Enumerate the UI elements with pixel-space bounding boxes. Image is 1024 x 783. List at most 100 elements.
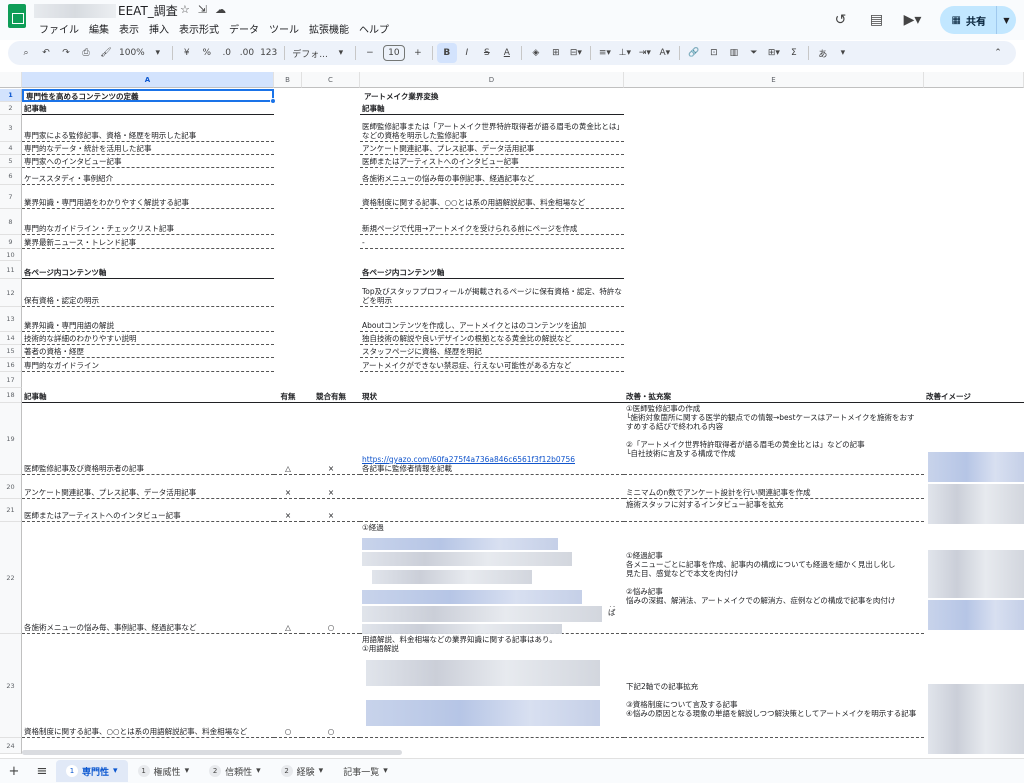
cell-a9[interactable]: 業界最新ニュース・トレンド記事 — [22, 235, 274, 249]
tab-chevron-icon[interactable]: ▾ — [256, 766, 261, 776]
cell-e18[interactable]: 改善・拡充案 — [624, 388, 924, 403]
gyazo-link[interactable]: https://gyazo.com/60fa275f4a736a846c6561… — [362, 455, 575, 464]
font-family-select[interactable]: デフォ... — [289, 43, 331, 63]
horizontal-align-icon[interactable]: ≡▾ — [595, 43, 615, 63]
cell-d9[interactable]: - — [360, 235, 624, 249]
menu-format[interactable]: 表示形式 — [174, 21, 224, 36]
cell-d7[interactable]: 資格制度に関する記事、○○とは系の用語解説記事、料金相場など — [360, 185, 624, 209]
add-sheet-icon[interactable]: + — [0, 764, 28, 779]
cell-d6[interactable]: 各施術メニューの悩み毎の事例記事、経過記事など — [360, 168, 624, 185]
decrease-decimal-button[interactable]: .0 — [217, 43, 237, 63]
cell-a22[interactable]: 各施術メニューの悩み毎、事例記事、経過記事など — [22, 522, 274, 634]
share-button[interactable]: ▦ 共有 — [940, 6, 996, 34]
cell-d14[interactable]: 独自技術の解説や良いデザインの根拠となる黄金比の解説など — [360, 332, 624, 345]
decrease-font-size-button[interactable]: − — [360, 43, 380, 63]
menu-view[interactable]: 表示 — [114, 21, 144, 36]
cell-a16[interactable]: 専門的なガイドライン — [22, 358, 274, 372]
cell-a12[interactable]: 保有資格・認定の明示 — [22, 279, 274, 307]
row-header[interactable]: 3 — [0, 115, 22, 142]
menu-extensions[interactable]: 拡張機能 — [304, 21, 354, 36]
print-icon[interactable]: ⎙ — [76, 43, 96, 63]
redo-icon[interactable]: ↷ — [56, 43, 76, 63]
cell-d19[interactable]: https://gyazo.com/60fa275f4a736a846c6561… — [360, 403, 624, 475]
insert-chart-icon[interactable]: ▥ — [724, 43, 744, 63]
undo-icon[interactable]: ↶ — [36, 43, 56, 63]
cell-c18[interactable]: 競合有無 — [302, 388, 360, 403]
tab-chevron-icon[interactable]: ▾ — [185, 766, 190, 776]
cell-a6[interactable]: ケーススタディ・事例紹介 — [22, 168, 274, 185]
row-header[interactable]: 6 — [0, 168, 22, 185]
row-header[interactable]: 7 — [0, 185, 22, 209]
row-header[interactable]: 1 — [0, 89, 22, 102]
row-header[interactable]: 24 — [0, 738, 22, 754]
document-title[interactable]: EEAT_調査 — [118, 2, 178, 19]
functions-icon[interactable]: Σ — [784, 43, 804, 63]
row-header[interactable]: 5 — [0, 155, 22, 168]
input-tools-button[interactable]: あ — [813, 43, 833, 63]
cell-d1[interactable]: アートメイク業界変換 — [362, 89, 626, 102]
cell-a21[interactable]: 医師またはアーティストへのインタビュー記事 — [22, 499, 274, 522]
row-header[interactable]: 4 — [0, 142, 22, 155]
row-header[interactable]: 18 — [0, 388, 22, 403]
text-rotation-icon[interactable]: A▾ — [655, 43, 675, 63]
column-header-b[interactable]: B — [274, 72, 302, 88]
sheet-tab-authority[interactable]: 1 権威性 ▾ — [128, 760, 200, 782]
menu-file[interactable]: ファイル — [34, 21, 84, 36]
cell-d18[interactable]: 現状 — [360, 388, 624, 403]
filter-views-icon[interactable]: ⊞▾ — [764, 43, 784, 63]
row-header[interactable]: 20 — [0, 475, 22, 499]
cell-a13[interactable]: 業界知識・専門用語の解説 — [22, 307, 274, 332]
row-header[interactable]: 10 — [0, 249, 22, 261]
row-header[interactable]: 21 — [0, 499, 22, 522]
paint-format-icon[interactable]: 🖌 — [96, 43, 116, 63]
cell-d12[interactable]: Top及びスタッフプロフィールが掲載されるページに保有資格・認定、特許などを明示 — [360, 279, 624, 307]
cell-e21[interactable]: 施術スタッフに対するインタビュー記事を拡充 — [624, 499, 924, 522]
cell-c22[interactable]: ○ — [302, 522, 360, 634]
cell-a23[interactable]: 資格制度に関する記事、○○とは系の用語解説記事、料金相場など — [22, 634, 274, 738]
tab-chevron-icon[interactable]: ▾ — [383, 766, 388, 776]
fill-handle[interactable] — [270, 98, 276, 104]
row-header[interactable]: 12 — [0, 279, 22, 307]
meet-video-icon[interactable]: ▶▾ — [904, 11, 922, 29]
cell-a4[interactable]: 専門的なデータ・統計を活用した記事 — [22, 142, 274, 155]
borders-icon[interactable]: ⊞ — [546, 43, 566, 63]
cell-c20[interactable]: × — [302, 475, 360, 499]
cell-d4[interactable]: アンケート関連記事、プレス記事、データ活用記事 — [360, 142, 624, 155]
cell-a15[interactable]: 著者の資格・経歴 — [22, 345, 274, 358]
cell-d21[interactable] — [360, 499, 624, 522]
search-menus-icon[interactable]: ⌕ — [16, 43, 36, 63]
insert-link-icon[interactable]: 🔗 — [684, 43, 704, 63]
cell-d13[interactable]: Aboutコンテンツを作成し、アートメイクとはのコンテンツを追加 — [360, 307, 624, 332]
cell-c19[interactable]: × — [302, 403, 360, 475]
input-tools-chevron-icon[interactable]: ▾ — [833, 43, 853, 63]
cell-b20[interactable]: × — [274, 475, 302, 499]
increase-font-size-button[interactable]: + — [408, 43, 428, 63]
text-wrap-icon[interactable]: ⇥▾ — [635, 43, 655, 63]
cell-c21[interactable]: × — [302, 499, 360, 522]
cell-d8[interactable]: 新規ページで代用→アートメイクを受けられる前にページを作成 — [360, 209, 624, 235]
row-header[interactable]: 15 — [0, 345, 22, 358]
cell-d11[interactable]: 各ページ内コンテンツ軸 — [360, 261, 624, 279]
cell-e23[interactable]: 下記2軸での記事拡充 ③資格制度について言及する記事 ④悩みの原因となる現象の単… — [624, 634, 924, 738]
comment-icon[interactable]: ▤ — [868, 11, 886, 29]
sheets-logo-icon[interactable] — [8, 4, 26, 28]
cell-e20[interactable]: ミニマムのn数でアンケート設計を行い関連記事を作成 — [624, 475, 924, 499]
fill-color-icon[interactable]: ◈ — [526, 43, 546, 63]
cell-a2[interactable]: 記事軸 — [22, 102, 274, 115]
cell-a5[interactable]: 専門家へのインタビュー記事 — [22, 155, 274, 168]
cell-b19[interactable]: △ — [274, 403, 302, 475]
cell-d15[interactable]: スタッフページに資格、経歴を明記 — [360, 345, 624, 358]
cell-a3[interactable]: 専門家による監修記事、資格・経歴を明示した記事 — [22, 115, 274, 142]
star-icon[interactable]: ☆ — [180, 3, 190, 16]
cloud-status-icon[interactable]: ☁ — [215, 3, 226, 16]
cell-a11[interactable]: 各ページ内コンテンツ軸 — [22, 261, 274, 279]
cell-c23[interactable]: ○ — [302, 634, 360, 738]
row-header[interactable]: 8 — [0, 209, 22, 235]
horizontal-scrollbar[interactable] — [22, 750, 402, 755]
text-color-button[interactable]: A — [497, 43, 517, 63]
row-header[interactable]: 19 — [0, 403, 22, 475]
row-header[interactable]: 9 — [0, 235, 22, 249]
cell-f18[interactable]: 改善イメージ — [924, 388, 1024, 403]
cell-b22[interactable]: △ — [274, 522, 302, 634]
cell-d5[interactable]: 医師またはアーティストへのインタビュー記事 — [360, 155, 624, 168]
